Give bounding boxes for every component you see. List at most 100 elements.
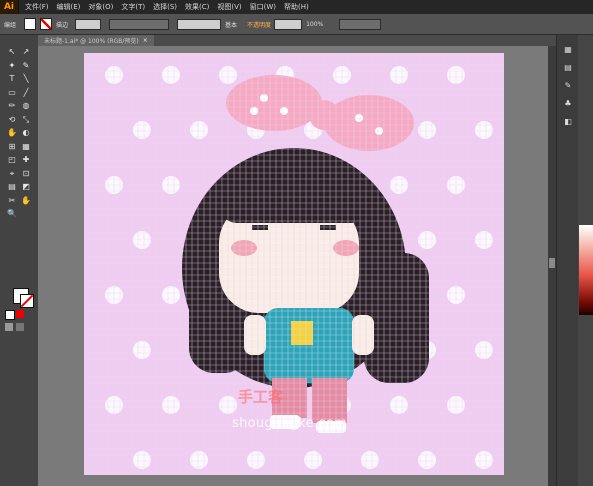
polka-dot [133,231,151,249]
document-tab-bar: 未标题-1.ai* @ 100% (RGB/预览) × [38,35,558,46]
opacity-link[interactable]: 不透明度 [247,20,271,29]
bow-left [226,75,322,131]
watermark-text: shougongke.com [232,416,348,431]
polka-dot [475,121,493,139]
menu-select[interactable]: 选择(S) [153,2,177,12]
variable-width-dropdown[interactable] [109,18,170,30]
bow-dot [250,107,258,115]
opacity-field[interactable] [274,18,303,30]
brushes-panel-icon[interactable]: ✎ [563,81,573,91]
mesh-tool-icon[interactable]: ◰ [6,155,18,165]
menu-bar: Ai 文件(F) 编辑(E) 对象(O) 文字(T) 选择(S) 效果(C) 视… [0,0,593,14]
bow-right [324,95,414,151]
style-label: 基本 [225,21,238,29]
menu-window[interactable]: 窗口(W) [250,2,276,12]
polka-dot [418,451,436,469]
polka-dot [390,396,408,414]
artboard-tool-icon[interactable]: ✂ [6,196,18,206]
symbol-sprayer-tool-icon[interactable]: ▤ [6,182,18,192]
polka-dot [162,396,180,414]
polka-dot [133,341,151,359]
perspective-tool-icon[interactable]: ▦ [20,142,32,152]
artboard[interactable] [84,53,504,475]
scale-tool-icon[interactable]: ⤡ [20,115,32,125]
graphic-styles-icon[interactable]: ◧ [563,117,573,127]
symbols-panel-icon[interactable]: ♣ [563,99,573,109]
polka-dot [475,451,493,469]
color-panel-icon[interactable]: ▦ [563,45,573,55]
zoom-value: 100% [306,20,324,28]
vertical-scrollbar[interactable] [548,46,556,486]
menu-file[interactable]: 文件(F) [25,2,49,12]
type-tool-icon[interactable]: T [6,74,18,84]
polka-dot [133,451,151,469]
panel-dock: ▦ ▤ ✎ ♣ ◧ [556,35,579,486]
watermark-logo: 手工客 [238,388,284,406]
stroke-swatch[interactable] [40,18,53,30]
menu-edit[interactable]: 编辑(E) [57,2,81,12]
app-logo: Ai [0,0,19,14]
blend-tool-icon[interactable]: ⊡ [20,169,32,179]
pencil-tool-icon[interactable]: ✏ [6,101,18,111]
document-tab[interactable]: 未标题-1.ai* @ 100% (RGB/预览) × [38,35,154,46]
magic-wand-tool-icon[interactable]: ✦ [6,61,18,71]
gradient-tool-icon[interactable]: ✚ [20,155,32,165]
line-tool-icon[interactable]: ╲ [20,74,32,84]
eyedropper-tool-icon[interactable]: ⌖ [6,169,18,179]
close-tab-icon[interactable]: × [143,37,148,44]
color-spectrum[interactable] [579,225,593,315]
hair-right-lock [364,253,429,383]
warp-tool-icon[interactable]: ◐ [20,128,32,138]
rotate-tool-icon[interactable]: ⟲ [6,115,18,125]
menu-effect[interactable]: 效果(C) [185,2,209,12]
bow-dot [280,107,288,115]
polka-dot [361,451,379,469]
right-cheek [333,240,359,256]
pen-tool-icon[interactable]: ✎ [20,61,32,71]
shirt [264,308,354,383]
stroke-color-box[interactable] [20,294,34,308]
screen-mode-icon[interactable] [16,323,24,331]
graphic-style-dropdown[interactable] [339,18,382,30]
stroke-weight-dropdown[interactable] [75,18,102,30]
draw-mode-icon[interactable] [5,323,13,331]
left-cheek [231,240,257,256]
color-panel [578,35,593,486]
menu-object[interactable]: 对象(O) [88,2,113,12]
polka-dot [162,66,180,84]
polka-dot [475,341,493,359]
menu-type[interactable]: 文字(T) [121,2,145,12]
selection-type-label: 编组 [4,21,17,29]
fill-swatch[interactable] [24,18,37,30]
swap-colors-icon[interactable] [16,310,24,318]
polka-dot [133,121,151,139]
swatches-panel-icon[interactable]: ▤ [563,63,573,73]
default-colors-icon[interactable] [5,310,15,320]
direct-selection-tool-icon[interactable]: ↗ [20,47,32,57]
paintbrush-tool-icon[interactable]: ╱ [20,88,32,98]
polka-dot [190,121,208,139]
menu-view[interactable]: 视图(V) [217,2,241,12]
width-tool-icon[interactable]: ✋ [6,128,18,138]
brush-dropdown[interactable] [177,18,222,30]
graph-tool-icon[interactable]: ◩ [20,182,32,192]
hand-tool-icon[interactable]: ✋ [20,196,32,206]
zoom-tool-icon[interactable]: 🔍 [6,209,18,219]
scrollbar-thumb[interactable] [549,258,555,268]
tools-panel: ↖ ↗ ✦ ✎ T ╲ ▭ ╱ ✏ ◍ ⟲ ⤡ ✋ ◐ ⊞ ▦ ◰ ✚ ⌖ ⊡ ▤ ◩ ✂ ✋ 🔍 [0,35,39,486]
blob-brush-tool-icon[interactable]: ◍ [20,101,32,111]
stroke-label: 描边 [56,21,69,29]
menu-help[interactable]: 帮助(H) [284,2,309,12]
polka-dot [247,451,265,469]
document-title: 未标题-1.ai* @ 100% (RGB/预览) [44,38,139,45]
polka-dot [162,286,180,304]
polka-dot [475,231,493,249]
rectangle-tool-icon[interactable]: ▭ [6,88,18,98]
polka-dot [390,66,408,84]
polka-dot [418,121,436,139]
polka-dot [418,231,436,249]
polka-dot [304,451,322,469]
bow-dot [355,114,363,122]
shape-builder-tool-icon[interactable]: ⊞ [6,142,18,152]
selection-tool-icon[interactable]: ↖ [6,47,18,57]
